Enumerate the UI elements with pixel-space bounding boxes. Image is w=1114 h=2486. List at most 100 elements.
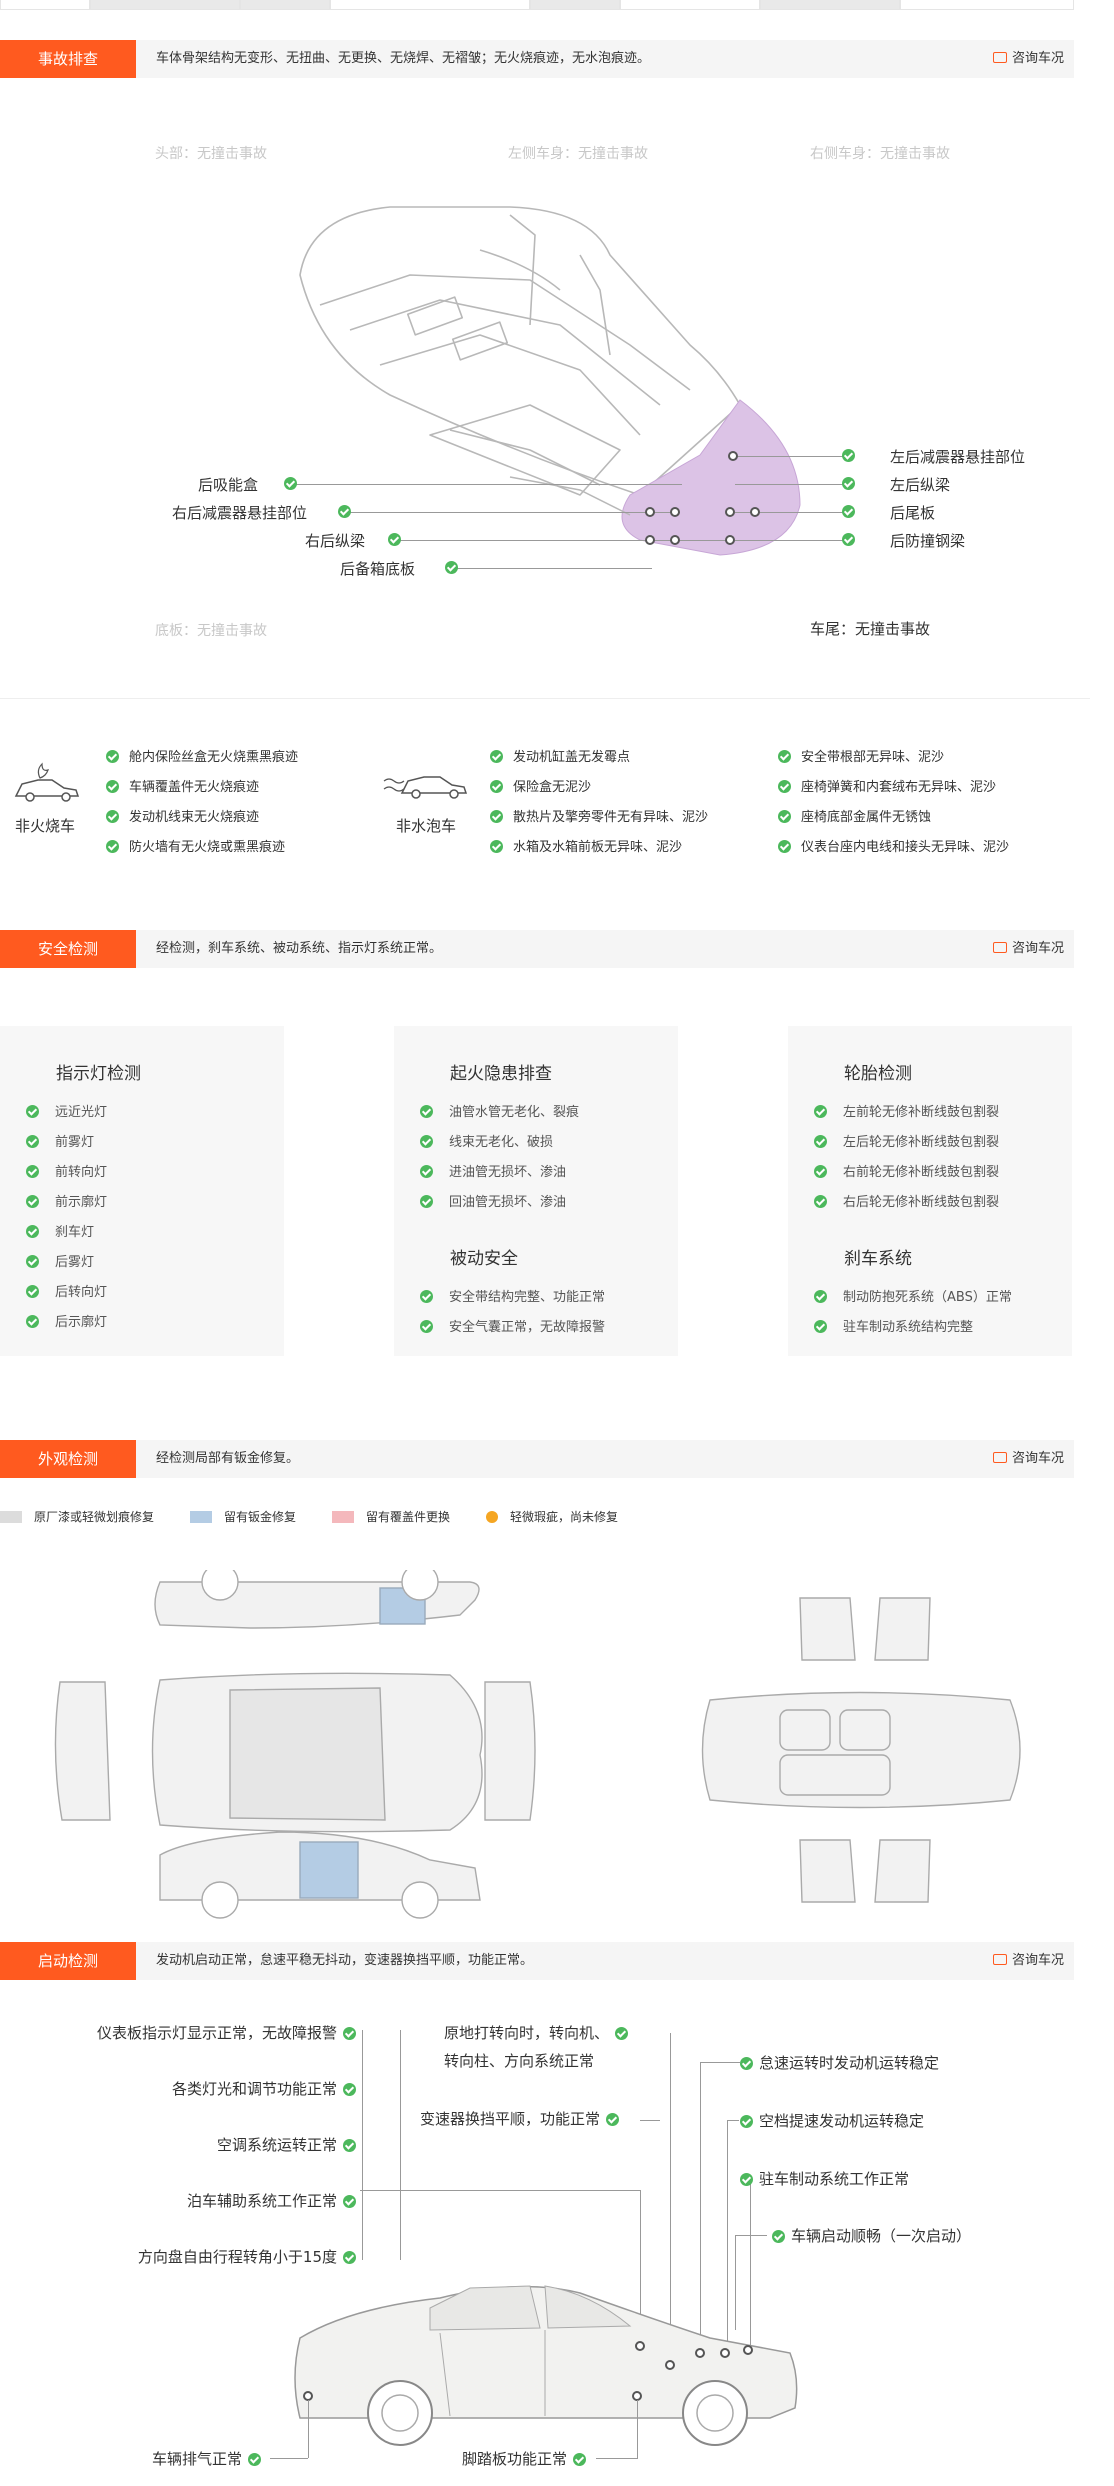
consult-label: 咨询车况 bbox=[1011, 1953, 1064, 1968]
check-icon bbox=[26, 1195, 39, 1208]
check-item: 前雾灯 bbox=[26, 1131, 94, 1150]
inspection-point bbox=[728, 451, 738, 461]
callout-line bbox=[452, 568, 652, 569]
check-icon bbox=[420, 1290, 433, 1303]
check-item: 线束无老化、破损 bbox=[420, 1131, 553, 1150]
callout-line bbox=[345, 512, 680, 513]
section-summary: 经检测局部有钣金修复。 bbox=[156, 1451, 300, 1466]
accident-section-header: 事故排查 车体骨架结构无变形、无扭曲、无更换、无烧焊、无褶皱；无火烧痕迹，无水泡… bbox=[0, 40, 1074, 78]
consult-button[interactable]: 咨询车况 bbox=[992, 1942, 1064, 1980]
legend-swatch bbox=[486, 1510, 498, 1523]
tab[interactable] bbox=[90, 0, 240, 10]
callout-line bbox=[735, 484, 847, 485]
connector-line bbox=[270, 2458, 308, 2459]
box-title: 指示灯检测 bbox=[56, 1064, 141, 1084]
check-item: 制动防抱死系统（ABS）正常 bbox=[814, 1286, 1012, 1305]
box-title: 轮胎检测 bbox=[844, 1064, 912, 1084]
fire-item: 发动机线束无火烧痕迹 bbox=[106, 806, 259, 825]
box-title: 起火隐患排查 bbox=[450, 1064, 552, 1084]
inspection-point bbox=[720, 2348, 730, 2358]
connector-line bbox=[596, 2458, 638, 2459]
check-icon bbox=[343, 2251, 356, 2264]
inspection-point bbox=[750, 507, 760, 517]
check-icon bbox=[388, 533, 401, 546]
inspection-point bbox=[635, 2341, 645, 2351]
check-icon bbox=[343, 2139, 356, 2152]
consult-label: 咨询车况 bbox=[1011, 941, 1064, 956]
inspection-point bbox=[725, 535, 735, 545]
check-item: 驻车制动系统结构完整 bbox=[814, 1316, 973, 1335]
zone-tail: 车尾：无撞击事故 bbox=[810, 620, 931, 638]
check-icon bbox=[772, 2230, 785, 2243]
tab[interactable] bbox=[530, 0, 620, 10]
box-title: 刹车系统 bbox=[844, 1249, 912, 1269]
section-label: 外观检测 bbox=[0, 1440, 136, 1478]
legend-item: 留有覆盖件更换 bbox=[332, 1508, 450, 1525]
water-item: 座椅弹簧和内套绒布无异味、泥沙 bbox=[778, 776, 996, 795]
startup-item: 泊车辅助系统工作正常 bbox=[187, 2190, 362, 2211]
check-icon bbox=[814, 1290, 827, 1303]
check-item: 油管水管无老化、裂痕 bbox=[420, 1101, 579, 1120]
check-icon bbox=[814, 1195, 827, 1208]
startup-item: 车辆排气正常 bbox=[152, 2448, 267, 2469]
interior-car-diagram bbox=[701, 1597, 1021, 1903]
check-icon bbox=[740, 2115, 753, 2128]
fire-item: 防火墙有无火烧或熏黑痕迹 bbox=[106, 836, 285, 855]
point-label: 后尾板 bbox=[890, 504, 936, 522]
startup-item: 空调系统运转正常 bbox=[217, 2134, 362, 2155]
check-item: 右前轮无修补断线鼓包割裂 bbox=[814, 1161, 999, 1180]
startup-item: 怠速运转时发动机运转稳定 bbox=[734, 2052, 939, 2073]
point-label: 右后减震器悬挂部位 bbox=[172, 504, 308, 522]
inspection-point bbox=[725, 507, 735, 517]
tab[interactable] bbox=[760, 0, 900, 10]
legend-swatch bbox=[0, 1510, 22, 1523]
section-summary: 发动机启动正常，怠速平稳无抖动，变速器换挡平顺，功能正常。 bbox=[156, 1953, 534, 1968]
check-item: 后转向灯 bbox=[26, 1281, 107, 1300]
box-title: 被动安全 bbox=[450, 1249, 518, 1269]
consult-button[interactable]: 咨询车况 bbox=[992, 40, 1064, 78]
check-icon bbox=[490, 810, 503, 823]
tab[interactable] bbox=[620, 0, 760, 10]
check-icon bbox=[26, 1135, 39, 1148]
check-icon bbox=[26, 1285, 39, 1298]
startup-item: 仪表板指示灯显示正常，无故障报警 bbox=[97, 2022, 362, 2043]
connector-line bbox=[400, 2030, 401, 2260]
check-item: 后示廓灯 bbox=[26, 1311, 107, 1330]
check-icon bbox=[778, 750, 791, 763]
tab[interactable] bbox=[240, 0, 330, 10]
section-summary: 经检测，刹车系统、被动系统、指示灯系统正常。 bbox=[156, 941, 443, 956]
check-item: 前示廓灯 bbox=[26, 1191, 107, 1210]
check-icon bbox=[420, 1105, 433, 1118]
section-summary: 车体骨架结构无变形、无扭曲、无更换、无烧焊、无褶皱；无火烧痕迹，无水泡痕迹。 bbox=[156, 51, 651, 66]
check-icon bbox=[420, 1195, 433, 1208]
water-item: 发动机缸盖无发霉点 bbox=[490, 746, 630, 765]
check-icon bbox=[778, 780, 791, 793]
tab[interactable] bbox=[330, 0, 530, 10]
startup-item: 原地打转向时，转向机、 bbox=[444, 2022, 634, 2043]
consult-button[interactable]: 咨询车况 bbox=[992, 1440, 1064, 1478]
check-icon bbox=[842, 533, 855, 546]
inspection-point bbox=[645, 507, 655, 517]
legend-swatch bbox=[190, 1510, 212, 1523]
legend-swatch bbox=[332, 1510, 354, 1523]
check-item: 安全带结构完整、功能正常 bbox=[420, 1286, 605, 1305]
check-icon bbox=[814, 1105, 827, 1118]
check-icon bbox=[420, 1320, 433, 1333]
check-icon bbox=[740, 2057, 753, 2070]
zone-floor: 底板：无撞击事故 bbox=[155, 623, 267, 639]
consult-button[interactable]: 咨询车况 bbox=[992, 930, 1064, 968]
startup-item: 驻车制动系统工作正常 bbox=[734, 2168, 909, 2189]
tab[interactable] bbox=[0, 0, 90, 10]
inspection-point bbox=[670, 507, 680, 517]
connector-line bbox=[308, 2400, 309, 2458]
fire-label: 非火烧车 bbox=[15, 817, 76, 835]
zone-head: 头部：无撞击事故 bbox=[155, 146, 267, 162]
safety-section-header: 安全检测 经检测，刹车系统、被动系统、指示灯系统正常。 咨询车况 bbox=[0, 930, 1074, 968]
inspection-point bbox=[665, 2360, 675, 2370]
check-icon bbox=[106, 750, 119, 763]
tire-box: 轮胎检测 左前轮无修补断线鼓包割裂 左后轮无修补断线鼓包割裂 右前轮无修补断线鼓… bbox=[788, 1026, 1072, 1356]
check-icon bbox=[26, 1315, 39, 1328]
inspection-point bbox=[743, 2345, 753, 2355]
tab[interactable] bbox=[900, 0, 1074, 10]
callout-line bbox=[735, 540, 847, 541]
